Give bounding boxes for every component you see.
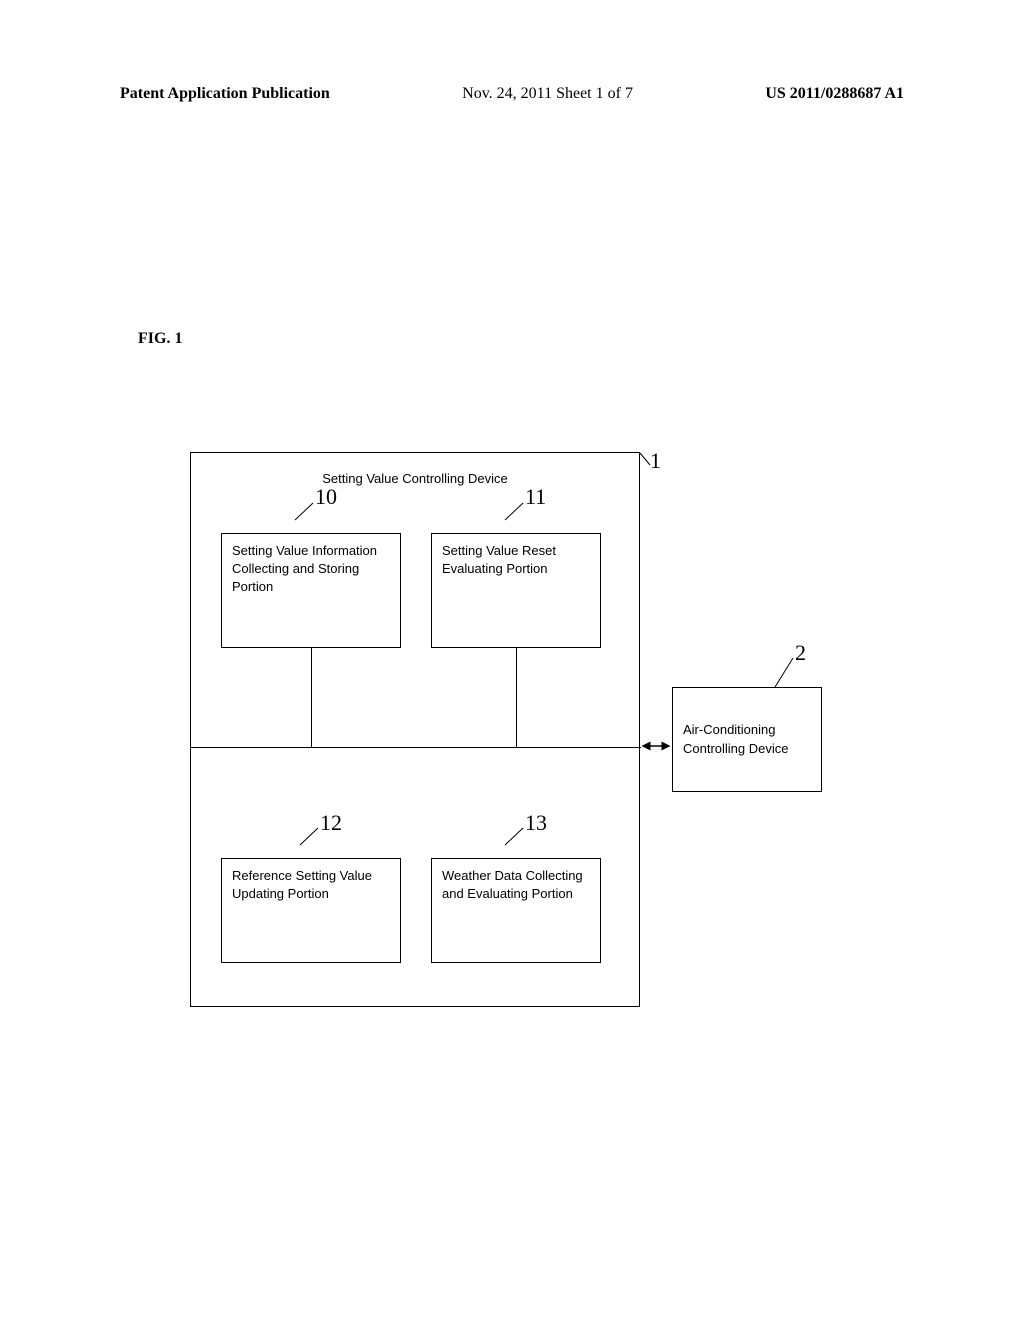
bidirectional-arrow <box>640 738 675 754</box>
box-reset-evaluating-portion: Setting Value Reset Evaluating Portion <box>431 533 601 648</box>
box-11-text: Setting Value Reset Evaluating Portion <box>442 543 556 576</box>
external-box-text: Air-Conditioning Controlling Device <box>683 721 811 757</box>
box-12-text: Reference Setting Value Updating Portion <box>232 868 372 901</box>
leader-line-13 <box>505 825 530 850</box>
setting-value-controlling-device-box: Setting Value Controlling Device Setting… <box>190 452 640 1007</box>
block-diagram: Setting Value Controlling Device Setting… <box>190 440 890 1030</box>
leader-line-1 <box>640 453 660 473</box>
header-publication-number: US 2011/0288687 A1 <box>765 85 904 103</box>
connector-line <box>516 648 517 748</box>
box-13-text: Weather Data Collecting and Evaluating P… <box>442 868 583 901</box>
box-collecting-storing-portion: Setting Value Information Collecting and… <box>221 533 401 648</box>
leader-line-10 <box>295 500 320 525</box>
leader-line-11 <box>505 500 530 525</box>
connector-line <box>311 648 312 748</box>
figure-label: FIG. 1 <box>138 330 182 348</box>
box-10-text: Setting Value Information Collecting and… <box>232 543 377 594</box>
box-weather-data-portion: Weather Data Collecting and Evaluating P… <box>431 858 601 963</box>
leader-line-12 <box>300 825 325 850</box>
header-publication-type: Patent Application Publication <box>120 85 330 103</box>
box-updating-portion: Reference Setting Value Updating Portion <box>221 858 401 963</box>
main-device-title: Setting Value Controlling Device <box>322 471 507 486</box>
air-conditioning-controlling-device-box: Air-Conditioning Controlling Device <box>672 687 822 792</box>
leader-line-2 <box>775 655 800 690</box>
connector-line <box>191 747 641 748</box>
page-header: Patent Application Publication Nov. 24, … <box>0 85 1024 103</box>
header-date-sheet: Nov. 24, 2011 Sheet 1 of 7 <box>462 85 633 103</box>
